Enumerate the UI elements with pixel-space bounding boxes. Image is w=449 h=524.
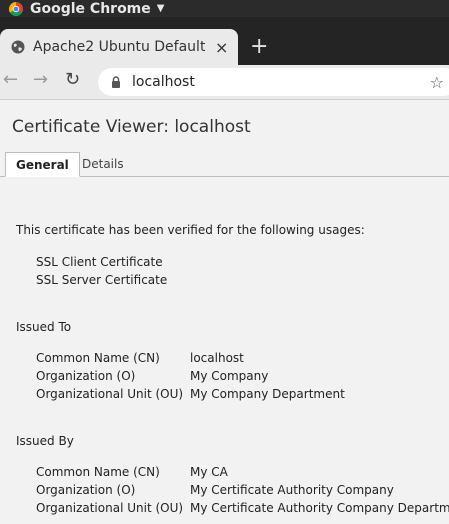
field-value: My Company Department [190, 387, 345, 401]
dialog-title: Certificate Viewer: localhost [12, 117, 251, 137]
issued-by-heading: Issued By [16, 434, 74, 448]
field-value: My Company [190, 369, 269, 383]
close-tab-icon[interactable]: × [215, 38, 228, 57]
globe-icon [11, 40, 25, 54]
address-bar[interactable]: localhost ☆ [98, 68, 449, 96]
caret-down-icon[interactable]: ▼ [157, 3, 165, 14]
verified-heading: This certificate has been verified for t… [16, 223, 365, 237]
lock-icon[interactable] [111, 76, 121, 88]
url-text[interactable]: localhost [132, 74, 195, 90]
dialog-tabs: General Details [0, 152, 449, 177]
forward-arrow-icon[interactable]: → [33, 71, 48, 89]
back-arrow-icon[interactable]: ← [3, 71, 18, 89]
usage-item: SSL Server Certificate [36, 273, 168, 287]
tab-title: Apache2 Ubuntu Default Page [33, 39, 205, 55]
field-value: My Certificate Authority Company [190, 483, 394, 497]
browser-toolbar: ← → ↻ localhost ☆ [0, 65, 449, 100]
field-value: My Certificate Authority Company Departm… [190, 501, 449, 515]
field-label: Organization (O) [36, 369, 136, 383]
field-label: Organizational Unit (OU) [36, 387, 184, 401]
tab-general[interactable]: General [5, 152, 80, 177]
tab-details[interactable]: Details [72, 152, 134, 176]
certificate-viewer-dialog: Certificate Viewer: localhost General De… [0, 100, 449, 524]
tab-strip: Apache2 Ubuntu Default Page × + [0, 17, 449, 65]
field-label: Organizational Unit (OU) [36, 501, 184, 515]
new-tab-button[interactable]: + [250, 36, 268, 58]
field-value: My CA [190, 465, 228, 479]
field-label: Common Name (CN) [36, 351, 160, 365]
reload-icon[interactable]: ↻ [65, 71, 80, 89]
field-value: localhost [190, 351, 244, 365]
bookmark-star-icon[interactable]: ☆ [430, 73, 444, 92]
usage-item: SSL Client Certificate [36, 255, 163, 269]
field-label: Common Name (CN) [36, 465, 160, 479]
system-top-bar: Google Chrome ▼ [0, 0, 449, 17]
issued-to-heading: Issued To [16, 320, 72, 334]
field-label: Organization (O) [36, 483, 136, 497]
browser-tab-active[interactable]: Apache2 Ubuntu Default Page × [0, 29, 238, 65]
app-menu-label[interactable]: Google Chrome [30, 1, 151, 17]
chrome-logo-icon [9, 1, 23, 16]
